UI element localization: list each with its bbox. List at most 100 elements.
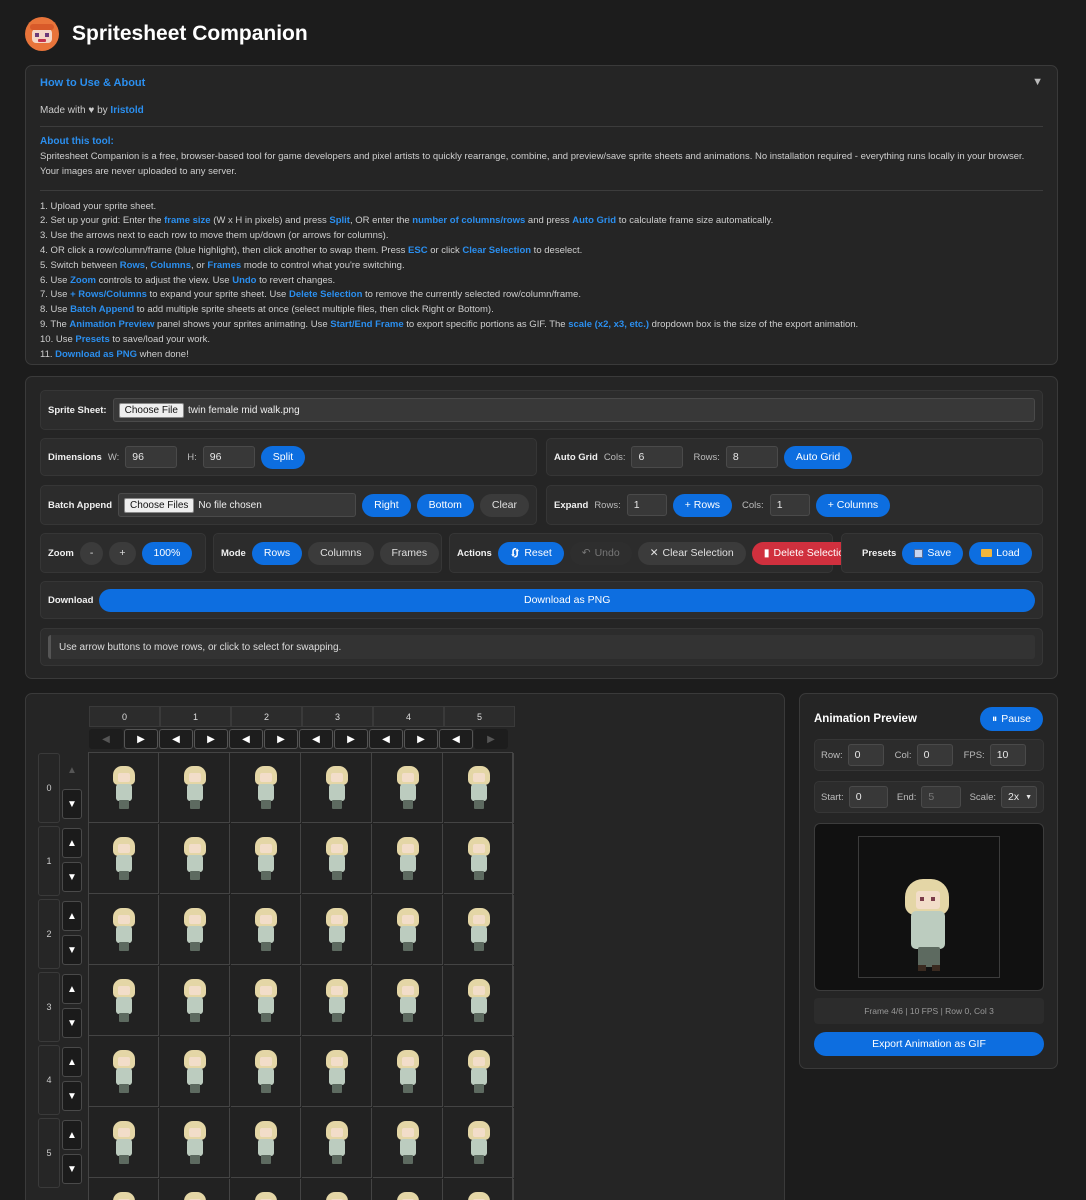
split-button[interactable]: Split [260, 445, 306, 469]
move-column-right-icon[interactable]: ▶ [404, 729, 438, 749]
sprite-frame-cell[interactable] [160, 966, 230, 1036]
column-header[interactable]: 5 [444, 706, 515, 727]
row-header[interactable]: 2 [38, 899, 60, 969]
cols-input[interactable]: 6 [631, 446, 684, 468]
move-row-up-icon[interactable]: ▲ [62, 974, 82, 1004]
move-row-down-icon[interactable]: ▼ [62, 1154, 82, 1184]
move-column-left-icon[interactable]: ◀ [299, 729, 333, 749]
sprite-frame-cell[interactable] [89, 1108, 159, 1178]
column-header[interactable]: 3 [302, 706, 373, 727]
row-header[interactable]: 5 [38, 1118, 60, 1188]
author-link[interactable]: Iristold [110, 105, 143, 116]
fps-input[interactable]: 10 [989, 744, 1026, 766]
sprite-frame-cell[interactable] [373, 966, 443, 1036]
expand-rows-input[interactable]: 1 [626, 494, 667, 516]
sprite-frame-cell[interactable] [373, 1108, 443, 1178]
move-row-down-icon[interactable]: ▼ [62, 789, 82, 819]
auto-grid-button[interactable]: Auto Grid [783, 445, 853, 469]
sprite-frame-cell[interactable] [302, 824, 372, 894]
scale-select[interactable]: 2x ▼ [1001, 786, 1037, 808]
move-row-up-icon[interactable]: ▲ [62, 901, 82, 931]
sprite-sheet-canvas[interactable] [88, 752, 514, 1200]
row-header[interactable]: 0 [38, 753, 60, 823]
add-columns-button[interactable]: + Columns [815, 493, 891, 517]
sprite-frame-cell[interactable] [444, 1179, 514, 1200]
about-toggle-title[interactable]: How to Use & About [40, 77, 1043, 89]
move-row-up-icon[interactable]: ▲ [62, 828, 82, 858]
move-row-down-icon[interactable]: ▼ [62, 1008, 82, 1038]
mode-frames-button[interactable]: Frames [379, 541, 440, 565]
move-row-up-icon[interactable]: ▲ [62, 1047, 82, 1077]
sprite-frame-cell[interactable] [89, 753, 159, 823]
sprite-frame-cell[interactable] [231, 895, 301, 965]
sprite-frame-cell[interactable] [444, 753, 514, 823]
sprite-frame-cell[interactable] [89, 895, 159, 965]
sprite-frame-cell[interactable] [373, 824, 443, 894]
sprite-frame-cell[interactable] [89, 824, 159, 894]
batch-file-input[interactable]: Choose Files No file chosen [118, 493, 357, 517]
move-column-right-icon[interactable]: ▶ [264, 729, 298, 749]
move-column-left-icon[interactable]: ◀ [159, 729, 193, 749]
zoom-value[interactable]: 100% [141, 541, 193, 565]
append-right-button[interactable]: Right [362, 493, 411, 517]
sprite-frame-cell[interactable] [373, 753, 443, 823]
move-row-up-icon[interactable]: ▲ [62, 1120, 82, 1150]
sprite-frame-cell[interactable] [160, 895, 230, 965]
move-column-right-icon[interactable]: ▶ [124, 729, 158, 749]
move-column-left-icon[interactable]: ◀ [89, 729, 123, 749]
sprite-frame-cell[interactable] [444, 824, 514, 894]
column-header[interactable]: 4 [373, 706, 444, 727]
sprite-frame-cell[interactable] [302, 1037, 372, 1107]
width-input[interactable]: 96 [125, 446, 178, 468]
move-column-left-icon[interactable]: ◀ [439, 729, 473, 749]
sprite-frame-cell[interactable] [231, 753, 301, 823]
move-column-right-icon[interactable]: ▶ [194, 729, 228, 749]
sprite-frame-cell[interactable] [444, 966, 514, 1036]
expand-cols-input[interactable]: 1 [769, 494, 810, 516]
sprite-frame-cell[interactable] [160, 824, 230, 894]
column-header[interactable]: 0 [89, 706, 160, 727]
move-row-down-icon[interactable]: ▼ [62, 935, 82, 965]
row-header[interactable]: 1 [38, 826, 60, 896]
sprite-frame-cell[interactable] [373, 1179, 443, 1200]
load-preset-button[interactable]: Load [969, 541, 1032, 565]
move-row-down-icon[interactable]: ▼ [62, 1081, 82, 1111]
pause-button[interactable]: ⏸ Pause [979, 707, 1043, 731]
sprite-frame-cell[interactable] [89, 966, 159, 1036]
sprite-frame-cell[interactable] [231, 824, 301, 894]
sprite-frame-cell[interactable] [160, 1108, 230, 1178]
sprite-frame-cell[interactable] [160, 1037, 230, 1107]
sprite-frame-cell[interactable] [444, 895, 514, 965]
export-gif-button[interactable]: Export Animation as GIF [814, 1032, 1044, 1056]
start-frame-input[interactable]: 0 [848, 786, 888, 808]
row-header[interactable]: 4 [38, 1045, 60, 1115]
sprite-frame-cell[interactable] [302, 1179, 372, 1200]
column-header[interactable]: 2 [231, 706, 302, 727]
move-column-left-icon[interactable]: ◀ [369, 729, 403, 749]
sprite-frame-cell[interactable] [231, 1179, 301, 1200]
height-input[interactable]: 96 [202, 446, 255, 468]
sprite-frame-cell[interactable] [373, 1037, 443, 1107]
reset-button[interactable]: 🔄︎ Reset [497, 541, 564, 565]
batch-clear-button[interactable]: Clear [479, 493, 529, 517]
sprite-frame-cell[interactable] [302, 1108, 372, 1178]
end-frame-input[interactable]: 5 [921, 786, 961, 808]
zoom-in-button[interactable]: + [109, 541, 136, 565]
rows-input[interactable]: 8 [725, 446, 778, 468]
move-row-down-icon[interactable]: ▼ [62, 862, 82, 892]
sprite-frame-cell[interactable] [89, 1179, 159, 1200]
choose-file-button[interactable]: Choose File [118, 402, 184, 418]
zoom-out-button[interactable]: - [79, 541, 104, 565]
sprite-frame-cell[interactable] [373, 895, 443, 965]
sprite-frame-cell[interactable] [89, 1037, 159, 1107]
undo-button[interactable]: ↶ Undo [569, 541, 632, 565]
sprite-frame-cell[interactable] [302, 895, 372, 965]
row-header[interactable]: 3 [38, 972, 60, 1042]
choose-files-button[interactable]: Choose Files [124, 497, 195, 513]
move-column-left-icon[interactable]: ◀ [229, 729, 263, 749]
sprite-frame-cell[interactable] [231, 966, 301, 1036]
download-png-button[interactable]: Download as PNG [99, 588, 1035, 612]
sprite-frame-cell[interactable] [302, 753, 372, 823]
column-header[interactable]: 1 [160, 706, 231, 727]
add-rows-button[interactable]: + Rows [672, 493, 733, 517]
